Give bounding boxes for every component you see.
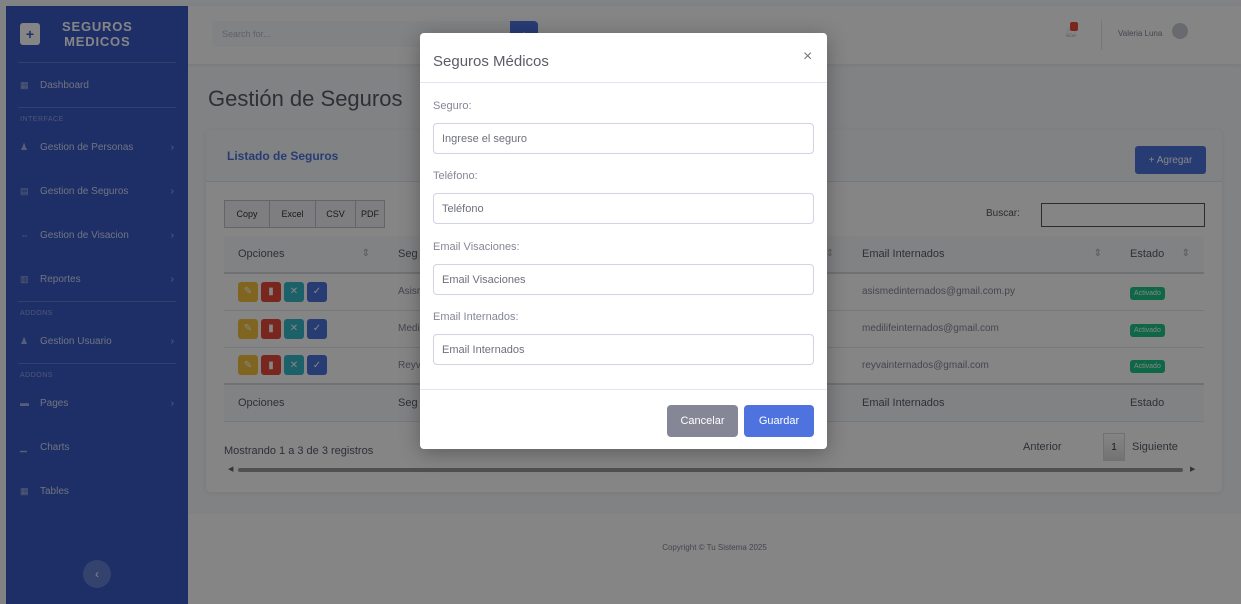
- cancel-button[interactable]: Cancelar: [667, 405, 738, 437]
- email-visaciones-input[interactable]: Email Visaciones: [433, 264, 814, 295]
- seguro-label: Seguro:: [433, 100, 472, 112]
- email-internados-label: Email Internados:: [433, 311, 519, 323]
- close-icon[interactable]: ×: [803, 48, 812, 66]
- telefono-label: Teléfono:: [433, 170, 478, 182]
- email-internados-input[interactable]: Email Internados: [433, 334, 814, 365]
- telefono-input[interactable]: Teléfono: [433, 193, 814, 224]
- seguros-modal: Seguros Médicos × Seguro: Ingrese el seg…: [420, 33, 827, 449]
- email-visaciones-label: Email Visaciones:: [433, 241, 520, 253]
- save-button[interactable]: Guardar: [744, 405, 814, 437]
- seguro-input[interactable]: Ingrese el seguro: [433, 123, 814, 154]
- modal-title: Seguros Médicos: [433, 53, 549, 70]
- modal-header-divider: [420, 82, 827, 83]
- modal-footer-divider: [420, 389, 827, 390]
